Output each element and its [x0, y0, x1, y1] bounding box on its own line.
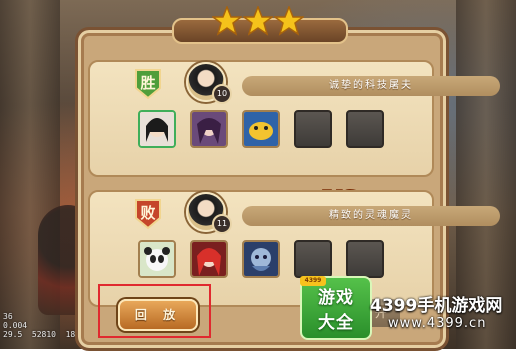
winner-hero-slot-2[interactable] — [190, 110, 228, 148]
hero-dark-haired-icon — [140, 112, 174, 146]
hero-purple-mage-icon — [192, 112, 226, 146]
winner-level-badge: 10 — [212, 84, 232, 104]
loser-hero-slot-empty — [346, 240, 384, 278]
hero-red-haired-icon — [192, 242, 226, 276]
loser-hero-slot-2[interactable] — [190, 240, 228, 278]
star-icon — [212, 6, 242, 36]
win-badge-text: 胜 — [140, 74, 156, 92]
lose-badge-text: 败 — [140, 204, 156, 222]
replay-highlight-box — [98, 284, 211, 338]
loser-name-bar: 精致的灵魂魔灵 — [242, 206, 500, 226]
stars-rating — [172, 0, 348, 44]
winner-hero-slot-empty — [294, 110, 332, 148]
loser-hero-slot-empty — [294, 240, 332, 278]
hero-panda-icon — [140, 242, 174, 276]
debug-overlay: 36 0.004 29.5 52810 1827 — [3, 312, 85, 339]
star-icon — [274, 6, 304, 36]
winner-hero-slot-1[interactable] — [138, 110, 176, 148]
hero-blue-spirit-icon — [244, 242, 278, 276]
watermark-site-title: 4399手机游戏网 — [370, 296, 503, 316]
hero-yellow-beast-icon — [244, 112, 278, 146]
watermark-logo-line1: 游戏 — [318, 288, 354, 308]
winner-name: 诚挚的科技屠夫 — [329, 80, 413, 91]
watermark-site-url: www.4399.cn — [388, 316, 487, 331]
loser-hero-slot-1[interactable] — [138, 240, 176, 278]
star-icon — [243, 6, 273, 36]
watermark-logo-tag: 4399 — [300, 276, 326, 286]
watermark-logo-line2: 大全 — [318, 313, 354, 333]
winner-section: 胜 10 诚挚的科技屠夫 — [88, 60, 500, 177]
loser-hero-slot-3[interactable] — [242, 240, 280, 278]
loser-level-badge: 11 — [212, 214, 232, 234]
loser-name: 精致的灵魂魔灵 — [329, 210, 413, 221]
winner-hero-slot-empty — [346, 110, 384, 148]
winner-hero-slot-3[interactable] — [242, 110, 280, 148]
winner-name-bar: 诚挚的科技屠夫 — [242, 76, 500, 96]
